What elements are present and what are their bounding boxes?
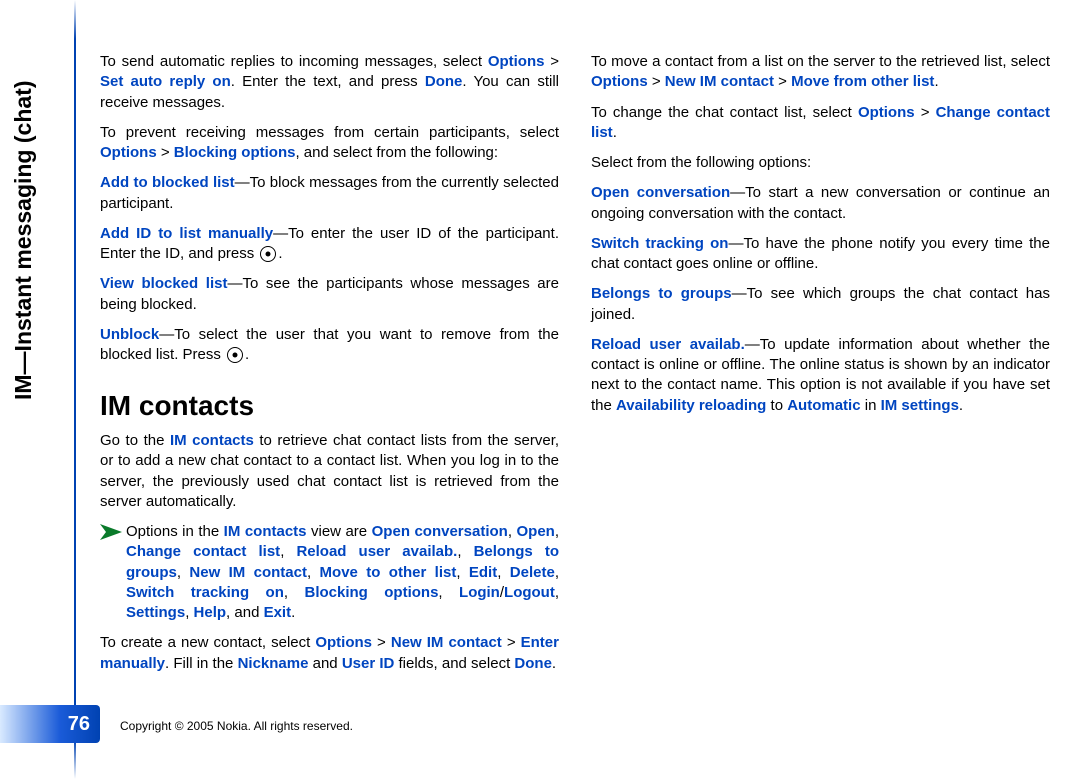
tip-arrow-icon (100, 524, 126, 543)
options-tip: Options in the IM contacts view are Open… (100, 522, 559, 623)
para-reload-availab: Reload user availab.—To update informati… (591, 335, 1050, 416)
para-open-conversation: Open conversation—To start a new convers… (591, 183, 1050, 224)
center-key-icon (227, 347, 243, 363)
para-block-prevent: To prevent receiving messages from certa… (100, 123, 559, 164)
page-number: 76 (68, 713, 90, 736)
para-move-contact: To move a contact from a list on the ser… (591, 52, 1050, 93)
para-add-id: Add ID to list manually—To enter the use… (100, 224, 559, 265)
para-unblock: Unblock—To select the user that you want… (100, 325, 559, 366)
side-title: IM—Instant messaging (chat) (10, 81, 37, 400)
para-switch-tracking: Switch tracking on—To have the phone not… (591, 234, 1050, 275)
im-contacts-heading: IM contacts (100, 387, 559, 425)
copyright-footer: Copyright © 2005 Nokia. All rights reser… (120, 719, 353, 733)
page-number-badge: 76 (0, 705, 100, 743)
para-belongs-groups: Belongs to groups—To see which groups th… (591, 284, 1050, 325)
body-text: To send automatic replies to incoming me… (100, 52, 1050, 689)
tip-body: Options in the IM contacts view are Open… (126, 522, 559, 623)
para-goto-contacts: Go to the IM contacts to retrieve chat c… (100, 431, 559, 512)
para-view-blocked: View blocked list—To see the participant… (100, 274, 559, 315)
center-key-icon (260, 246, 276, 262)
para-select-options: Select from the following options: (591, 153, 1050, 173)
para-change-list: To change the chat contact list, select … (591, 103, 1050, 144)
para-auto-reply: To send automatic replies to incoming me… (100, 52, 559, 113)
para-new-contact: To create a new contact, select Options … (100, 633, 559, 674)
sidebar-divider (74, 0, 76, 779)
para-add-blocked: Add to blocked list—To block messages fr… (100, 173, 559, 214)
